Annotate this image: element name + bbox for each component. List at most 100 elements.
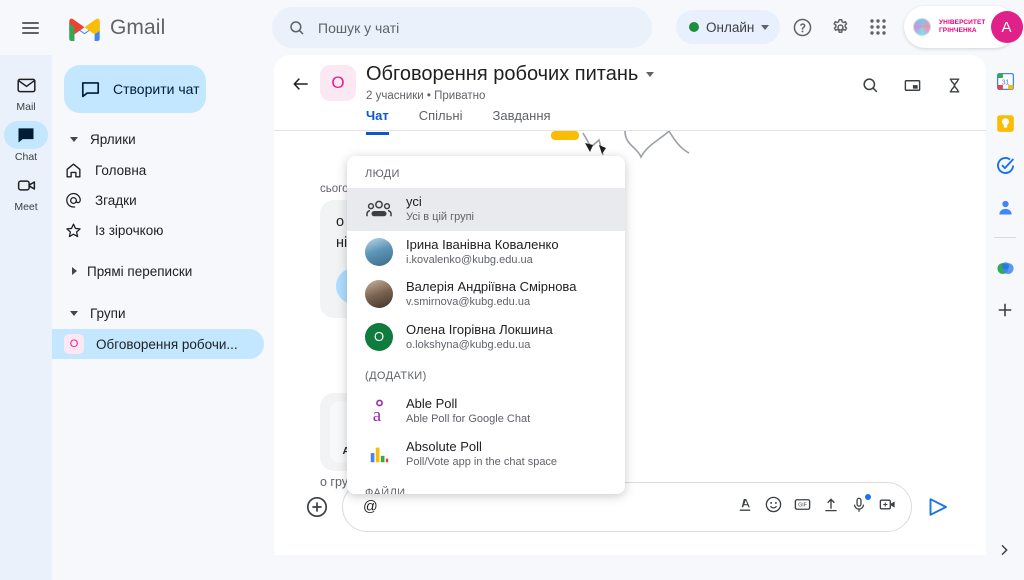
popup-item-name: Absolute Poll xyxy=(406,438,482,454)
chat-bubble-icon xyxy=(4,121,48,149)
popup-item-person[interactable]: О Олена Ігорівна Локшина o.lokshyna@kubg… xyxy=(347,316,625,359)
chat-title-button[interactable]: Обговорення робочих питань xyxy=(366,63,655,86)
popup-item-name: Валерія Андріївна Смірнова xyxy=(406,279,577,295)
popup-item-text: усі Усі в цій групі xyxy=(406,194,474,225)
chevron-down-icon xyxy=(70,310,78,316)
hourglass-icon[interactable] xyxy=(936,67,972,103)
rail-label-mail: Mail xyxy=(16,101,36,113)
side-apps-rail: 31 xyxy=(986,55,1024,580)
sidebar-item-label: Головна xyxy=(95,162,147,178)
sidebar: Створити чат Ярлики Головна Згадки Із зі… xyxy=(52,55,274,580)
search-input[interactable] xyxy=(318,19,636,36)
bar-chart-icon xyxy=(365,440,393,468)
chat-header: О Обговорення робочих питань 2 учасники … xyxy=(274,55,986,135)
online-dot-icon xyxy=(689,22,699,32)
section-label: Ярлики xyxy=(90,131,136,147)
popup-item-detail: o.lokshyna@kubg.edu.ua xyxy=(406,338,531,351)
calendar-icon[interactable]: 31 xyxy=(993,69,1017,93)
top-icon-group xyxy=(784,9,896,45)
chat-subtitle: 2 учасники • Приватно xyxy=(366,90,486,102)
microphone-icon[interactable] xyxy=(850,493,871,519)
back-arrow-icon[interactable] xyxy=(286,69,316,99)
rail-item-mail[interactable]: Mail xyxy=(0,71,52,113)
rail-item-chat[interactable]: Chat xyxy=(0,121,52,163)
popup-item-person[interactable]: Ірина Іванівна Коваленко i.kovalenko@kub… xyxy=(347,231,625,274)
gif-icon[interactable]: GIF xyxy=(793,495,812,519)
rail-item-meet[interactable]: Meet xyxy=(0,171,52,213)
popup-item-detail: Усі в цій групі xyxy=(406,211,475,224)
gear-icon[interactable] xyxy=(822,9,858,45)
chevron-down-icon xyxy=(646,72,655,77)
popup-item-name: Олена Ігорівна Локшина xyxy=(406,321,553,337)
popup-item-text: Олена Ігорівна Локшина o.lokshyna@kubg.e… xyxy=(406,322,553,353)
mention-autocomplete-popup: ЛЮДИ усі Усі в цій групі Ірина Іванівна … xyxy=(347,156,625,494)
chevron-right-icon xyxy=(72,267,77,275)
chat-group-avatar: О xyxy=(320,65,356,101)
avatar[interactable]: A xyxy=(990,11,1023,43)
popup-item-text: Ірина Іванівна Коваленко i.kovalenko@kub… xyxy=(406,237,559,268)
contacts-icon[interactable] xyxy=(993,195,1017,219)
composer-icons: GIF xyxy=(736,493,897,519)
sidebar-item-mentions[interactable]: Згадки xyxy=(52,185,264,215)
chevron-down-icon xyxy=(70,136,78,142)
gmail-logo-icon xyxy=(69,18,100,41)
popup-item-name: Able Poll xyxy=(406,396,458,412)
video-camera-icon xyxy=(4,171,48,199)
hamburger-icon[interactable] xyxy=(10,8,50,48)
group-people-icon xyxy=(365,195,393,223)
format-text-icon[interactable] xyxy=(736,496,754,519)
sidebar-section-direct-messages[interactable]: Прямі переписки xyxy=(52,255,274,287)
popup-item-detail: Able Poll for Google Chat xyxy=(406,413,531,426)
popup-item-app-able-poll[interactable]: a Able Poll Able Poll for Google Chat xyxy=(347,390,625,433)
chevron-right-icon[interactable] xyxy=(992,538,1016,562)
tasks-icon[interactable] xyxy=(993,153,1017,177)
sidebar-section-labels[interactable]: Ярлики xyxy=(52,123,274,155)
brand-label: Gmail xyxy=(110,15,166,39)
plus-icon[interactable] xyxy=(993,298,1017,322)
popup-item-person[interactable]: Валерія Андріївна Смірнова v.smirnova@ku… xyxy=(347,273,625,316)
avatar xyxy=(365,237,393,266)
status-chip[interactable]: Онлайн xyxy=(676,10,781,44)
account-pill[interactable]: УНІВЕРСИТЕТ ГРІНЧЕНКА A xyxy=(904,6,1023,48)
video-message-icon[interactable] xyxy=(878,495,897,519)
popup-item-text: Валерія Андріївна Смірнова v.smirnova@ku… xyxy=(406,279,576,310)
popup-section-title-people: ЛЮДИ xyxy=(365,168,400,180)
apps-grid-icon[interactable] xyxy=(860,9,896,45)
avatar xyxy=(365,280,393,309)
help-circle-icon[interactable] xyxy=(784,9,820,45)
sidebar-item-home[interactable]: Головна xyxy=(52,155,264,185)
svg-text:a: a xyxy=(373,405,382,423)
popup-item-all[interactable]: усі Усі в цій групі xyxy=(347,188,625,231)
split-pane-icon[interactable] xyxy=(894,67,930,103)
at-icon xyxy=(66,192,81,208)
upload-icon[interactable] xyxy=(822,496,840,519)
popup-section-title-addons: (ДОДАТКИ) xyxy=(365,370,427,383)
search-bar[interactable] xyxy=(272,7,652,48)
emoji-icon[interactable] xyxy=(764,495,783,519)
rail-label-meet: Meet xyxy=(14,201,38,213)
sidebar-item-starred[interactable]: Із зірочкою xyxy=(52,215,264,245)
search-icon[interactable] xyxy=(852,67,888,103)
app-rail: Mail Chat Meet xyxy=(0,55,52,580)
keep-bulb-icon[interactable] xyxy=(993,111,1017,135)
send-icon[interactable] xyxy=(921,490,955,524)
sidebar-item-label: Згадки xyxy=(95,192,137,208)
sidebar-item-label: Обговорення робочи... xyxy=(96,336,238,352)
gmail-brand[interactable]: Gmail xyxy=(67,15,165,41)
search-icon xyxy=(290,20,304,35)
svg-text:31: 31 xyxy=(1001,79,1009,86)
new-chat-button[interactable]: Створити чат xyxy=(64,65,206,113)
popup-item-text: Able Poll Able Poll for Google Chat xyxy=(406,396,530,427)
group-avatar: О xyxy=(64,334,84,354)
popup-item-name: Ірина Іванівна Коваленко xyxy=(406,236,559,252)
section-label: Прямі переписки xyxy=(87,263,193,279)
message-input[interactable] xyxy=(363,499,736,515)
sidebar-section-groups[interactable]: Групи xyxy=(52,297,274,329)
able-poll-icon: a xyxy=(365,397,393,425)
popup-item-name: усі xyxy=(406,194,422,209)
popup-item-app-absolute-poll[interactable]: Absolute Poll Poll/Vote app in the chat … xyxy=(347,433,625,476)
maps-icon[interactable] xyxy=(993,256,1017,280)
sidebar-item-group-work-discussion[interactable]: О Обговорення робочи... xyxy=(52,329,264,359)
popup-item-text: Absolute Poll Poll/Vote app in the chat … xyxy=(406,439,557,470)
plus-circle-icon[interactable] xyxy=(300,490,334,524)
